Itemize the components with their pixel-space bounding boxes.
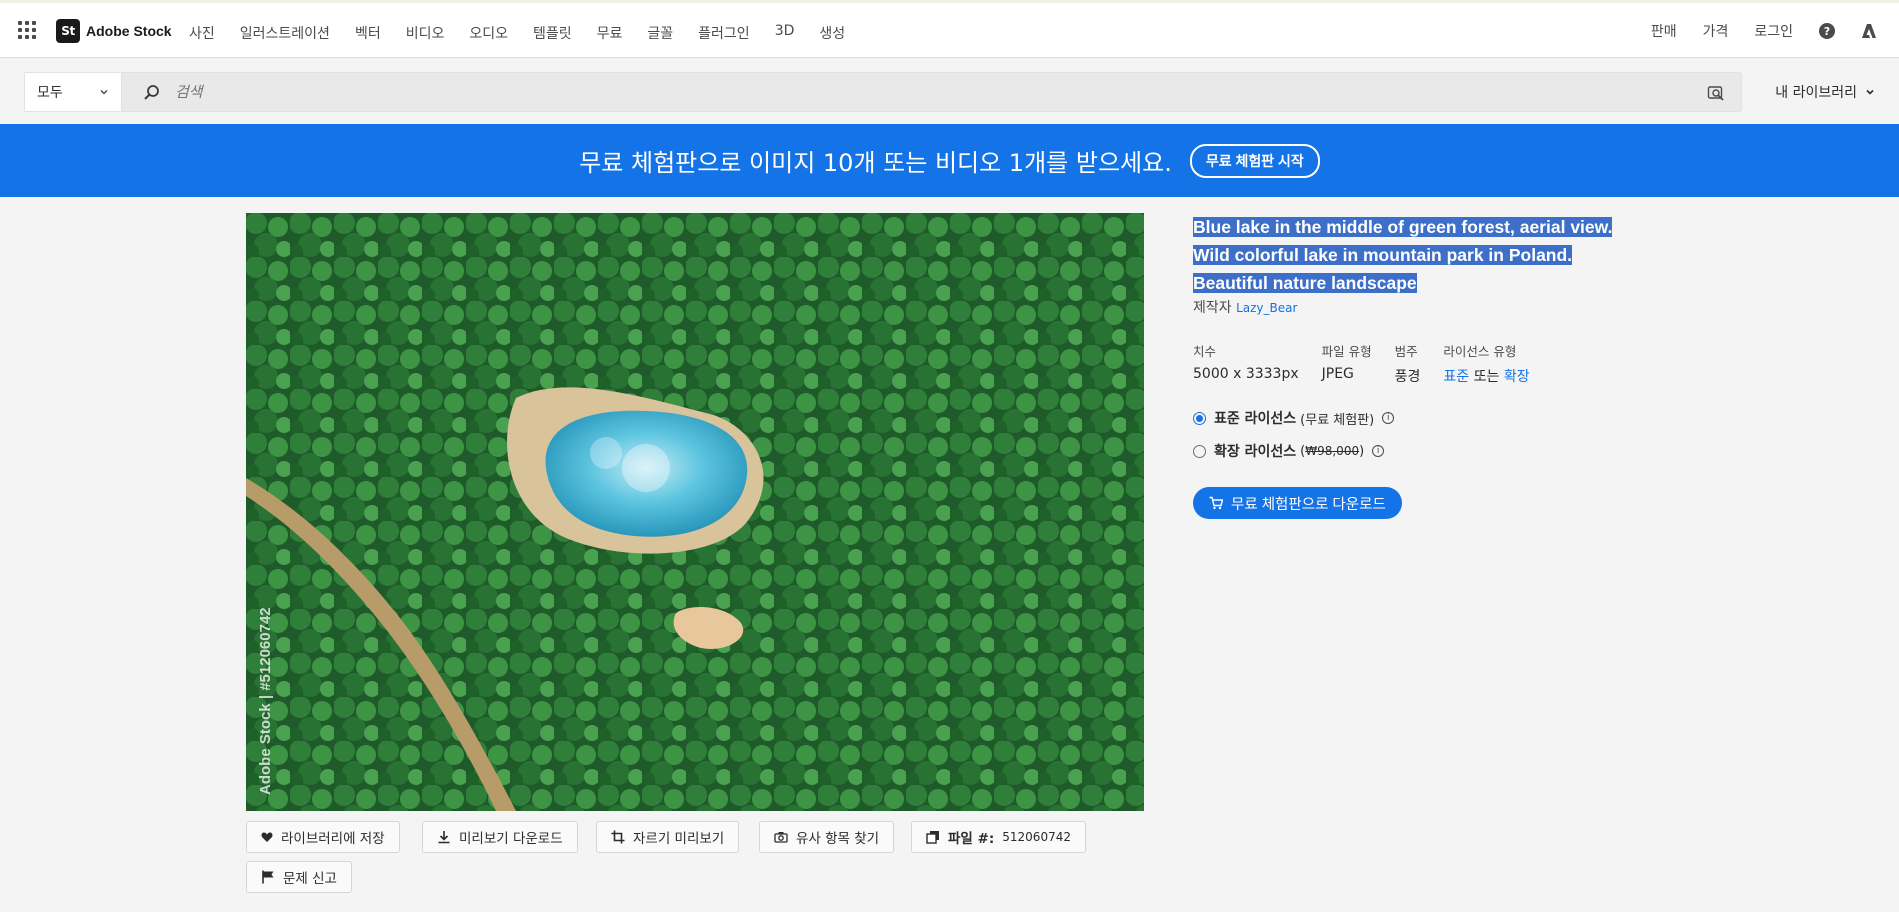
start-free-trial-button[interactable]: 무료 체험판 시작 [1189, 143, 1320, 178]
copy-icon [926, 831, 939, 844]
nav-item-generate[interactable]: 생성 [819, 23, 845, 43]
banner-text: 무료 체험판으로 이미지 10개 또는 비디오 1개를 받으세요. [579, 149, 1172, 177]
asset-title-line-1: Blue lake in the middle of green forest,… [1193, 217, 1613, 237]
dimensions-value: 5000 x 3333px [1193, 366, 1299, 382]
extended-license-name: 확장 라이선스 [1214, 444, 1297, 460]
extended-license-radio[interactable] [1193, 444, 1206, 458]
crop-icon [611, 830, 625, 844]
asset-title: Blue lake in the middle of green forest,… [1193, 213, 1633, 297]
adobe-icon[interactable] [1861, 23, 1877, 39]
nav-item-templates[interactable]: 템플릿 [533, 23, 572, 43]
standard-license-note: (무료 체험판) [1300, 412, 1375, 428]
save-to-library-label: 라이브러리에 저장 [281, 831, 385, 847]
app-switcher-icon[interactable] [18, 21, 36, 39]
search-input[interactable] [175, 81, 1675, 103]
standard-license-link[interactable]: 표준 [1443, 369, 1469, 385]
info-icon[interactable]: i [1382, 412, 1395, 424]
download-preview-label: 미리보기 다운로드 [459, 831, 563, 847]
asset-title-line-3: Beautiful nature landscape [1193, 273, 1417, 293]
author-line: 제작자 Lazy_Bear [1193, 297, 1633, 317]
extended-license-price: (₩98,000) [1300, 444, 1364, 459]
nav-item-audio[interactable]: 오디오 [469, 23, 508, 43]
file-type-value: JPEG [1321, 366, 1354, 382]
free-trial-download-label: 무료 체험판으로 다운로드 [1231, 496, 1386, 513]
pricing-link[interactable]: 가격 [1703, 21, 1729, 41]
info-icon[interactable]: i [1372, 445, 1385, 457]
meta-category: 범주 풍경 [1395, 341, 1421, 386]
nav-item-3d[interactable]: 3D [775, 23, 795, 43]
free-trial-banner: 무료 체험판으로 이미지 10개 또는 비디오 1개를 받으세요. 무료 체험판… [0, 124, 1899, 197]
crop-preview-label: 자르기 미리보기 [633, 831, 725, 847]
author-link[interactable]: Lazy_Bear [1236, 301, 1297, 315]
license-or-text: 또는 [1473, 369, 1500, 385]
report-issue-label: 문제 신고 [283, 871, 337, 887]
price-close-paren: ) [1359, 443, 1365, 459]
search-bar: 모두 [24, 72, 1742, 112]
file-number-value: 512060742 [1002, 830, 1071, 844]
asset-type-dropdown[interactable]: 모두 [25, 73, 122, 111]
stock-image-preview[interactable] [246, 213, 1144, 811]
search-icon [144, 85, 159, 100]
nav-item-free[interactable]: 무료 [597, 23, 623, 43]
asset-type-label: 모두 [37, 85, 63, 101]
standard-license-name: 표준 라이선스 [1214, 411, 1297, 427]
nav-item-illustrations[interactable]: 일러스트레이션 [240, 23, 330, 43]
my-library-label: 내 라이브러리 [1775, 85, 1857, 101]
standard-license-radio[interactable] [1193, 411, 1206, 425]
meta-license-type: 라이선스 유형 표준 또는 확장 [1443, 341, 1529, 386]
heart-icon [261, 832, 273, 842]
right-nav: 판매 가격 로그인 ? [1651, 21, 1877, 41]
chevron-down-icon [100, 90, 108, 95]
nav-item-vectors[interactable]: 벡터 [355, 23, 381, 43]
crop-preview-button[interactable]: 자르기 미리보기 [596, 821, 740, 853]
main-nav: 사진 일러스트레이션 벡터 비디오 오디오 템플릿 무료 글꼴 플러그인 3D … [189, 23, 845, 43]
flag-icon [262, 870, 274, 884]
help-icon[interactable]: ? [1819, 23, 1835, 39]
price-value: ₩98,000 [1305, 443, 1360, 458]
find-similar-button[interactable]: 유사 항목 찾기 [759, 821, 895, 853]
my-library-menu[interactable]: 내 라이브러리 [1775, 82, 1875, 102]
file-number-label: 파일 #: [948, 831, 995, 847]
report-issue-button[interactable]: 문제 신고 [246, 861, 352, 893]
nav-item-fonts[interactable]: 글꼴 [647, 23, 673, 43]
forest-lake-image [246, 213, 1144, 811]
dimensions-label: 치수 [1193, 344, 1217, 359]
download-preview-button[interactable]: 미리보기 다운로드 [422, 821, 578, 853]
asset-details: Blue lake in the middle of green forest,… [1193, 213, 1633, 519]
logo-text: Adobe Stock [86, 23, 172, 39]
file-type-label: 파일 유형 [1321, 344, 1372, 359]
nav-item-photos[interactable]: 사진 [189, 23, 215, 43]
top-navigation: St Adobe Stock 사진 일러스트레이션 벡터 비디오 오디오 템플릿… [0, 0, 1899, 58]
author-prefix: 제작자 [1193, 300, 1232, 316]
stock-logo-icon: St [56, 19, 80, 43]
image-watermark: Adobe Stock | #512060742 [257, 607, 274, 795]
adobe-stock-logo[interactable]: St Adobe Stock [56, 19, 172, 43]
login-link[interactable]: 로그인 [1754, 21, 1793, 41]
meta-file-type: 파일 유형 JPEG [1322, 341, 1372, 386]
nav-item-videos[interactable]: 비디오 [406, 23, 445, 43]
extended-license-option[interactable]: 확장 라이선스 (₩98,000) i [1193, 441, 1385, 461]
asset-meta: 치수 5000 x 3333px 파일 유형 JPEG 범주 풍경 라이선스 유… [1193, 341, 1530, 386]
nav-item-plugins[interactable]: 플러그인 [698, 23, 750, 43]
visual-search-icon[interactable] [1707, 84, 1725, 102]
chevron-down-icon [1866, 89, 1874, 95]
category-link[interactable]: 풍경 [1395, 366, 1421, 386]
sell-link[interactable]: 판매 [1651, 21, 1677, 41]
license-type-label: 라이선스 유형 [1443, 344, 1517, 359]
free-trial-download-button[interactable]: 무료 체험판으로 다운로드 [1193, 487, 1402, 519]
category-label: 범주 [1394, 344, 1418, 359]
license-type-value: 표준 또는 확장 [1443, 366, 1529, 386]
file-number-button[interactable]: 파일 #: 512060742 [911, 821, 1086, 853]
asset-title-line-2: Wild colorful lake in mountain park in P… [1193, 245, 1573, 265]
download-icon [438, 831, 450, 844]
standard-license-option[interactable]: 표준 라이선스 (무료 체험판) i [1193, 408, 1395, 428]
camera-icon [774, 832, 788, 843]
find-similar-label: 유사 항목 찾기 [796, 831, 880, 847]
save-to-library-button[interactable]: 라이브러리에 저장 [246, 821, 400, 853]
meta-dimensions: 치수 5000 x 3333px [1193, 341, 1299, 386]
extended-license-link[interactable]: 확장 [1504, 369, 1530, 385]
cart-icon [1209, 496, 1223, 510]
